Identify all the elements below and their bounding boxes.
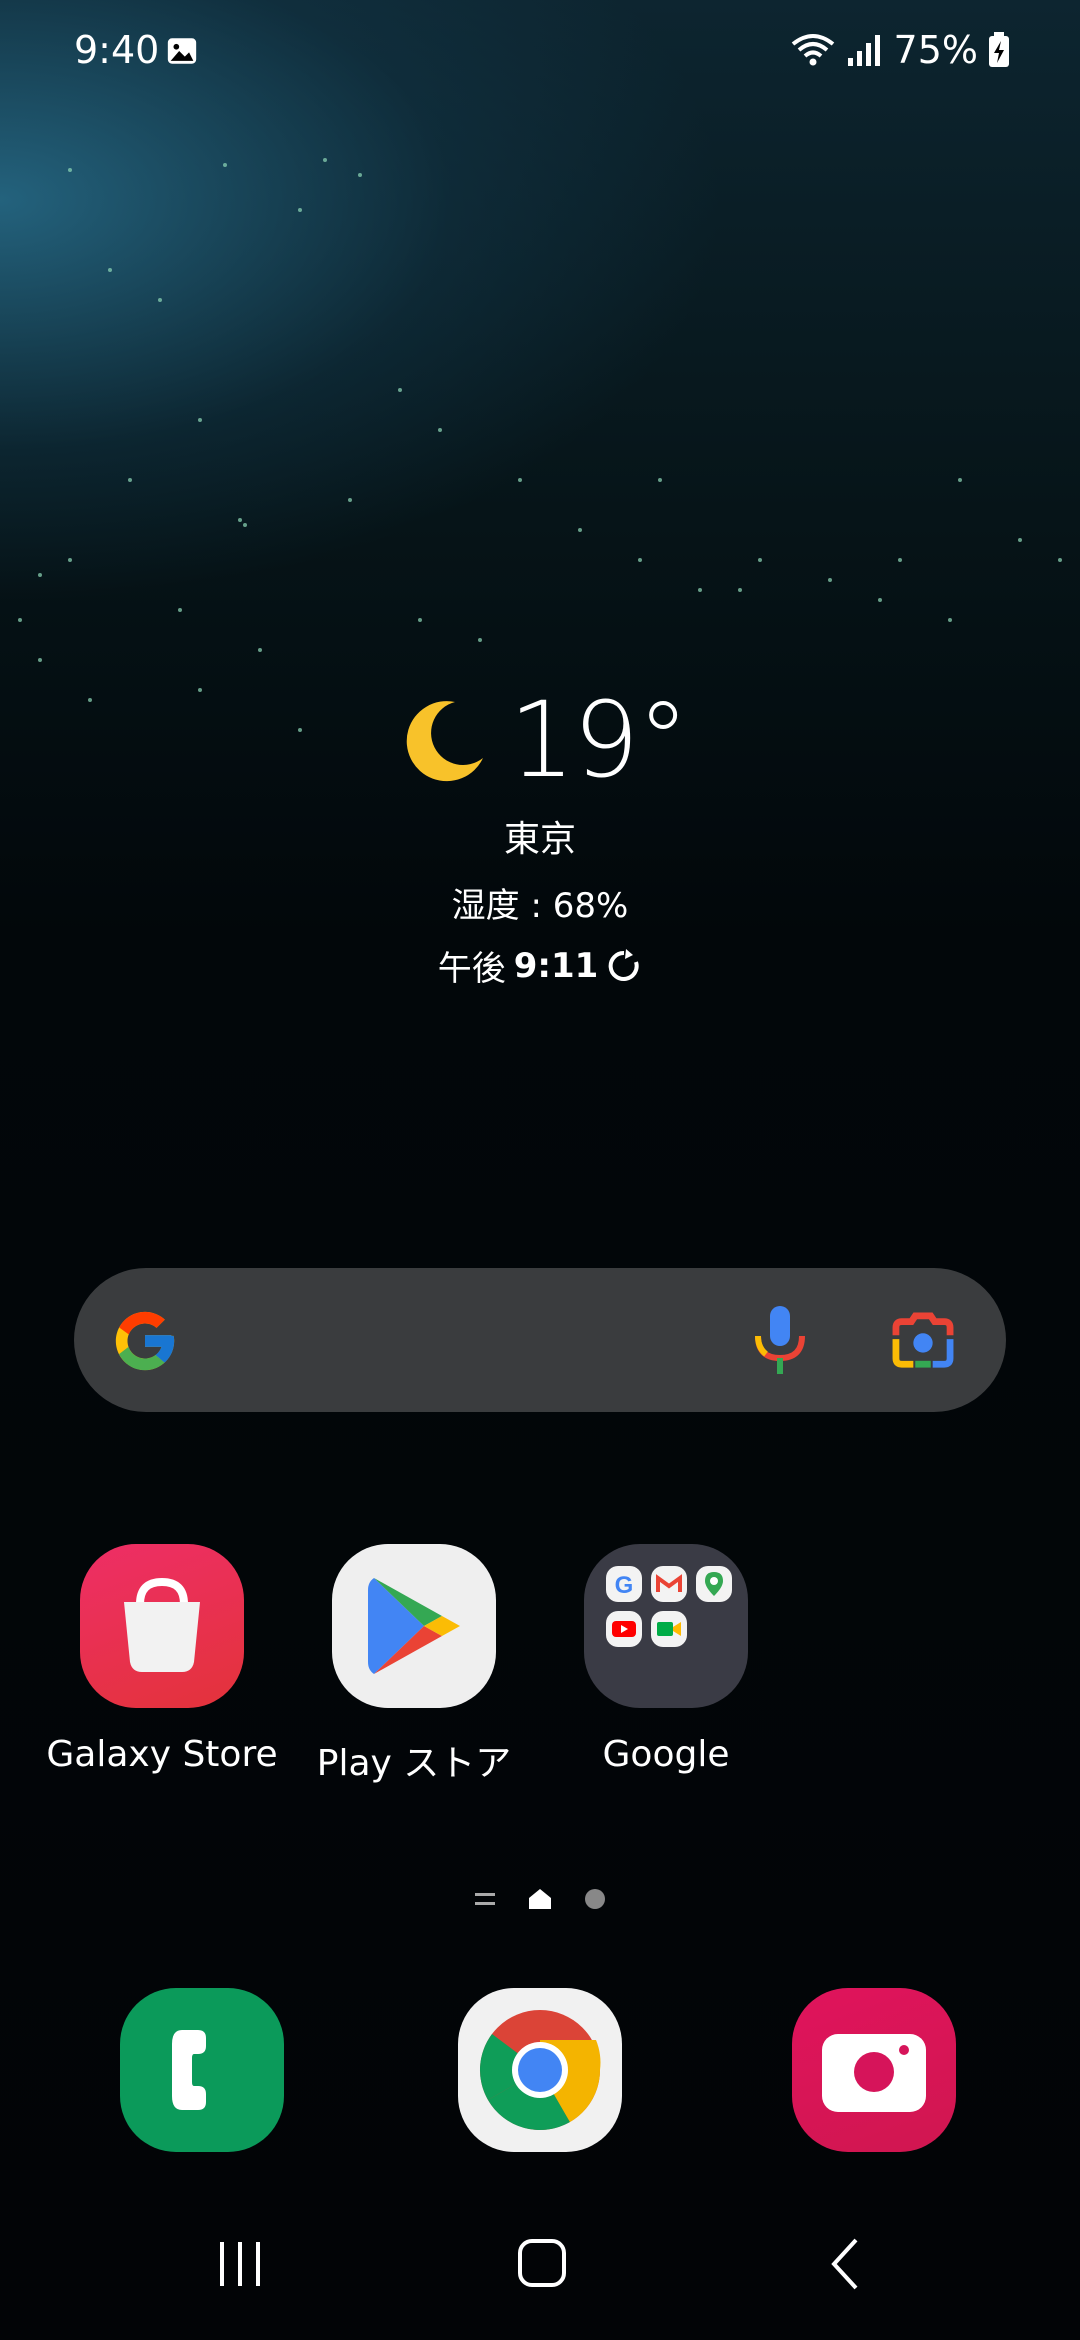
svg-text:G: G (615, 1572, 634, 1599)
wifi-icon (791, 34, 834, 66)
google-lens-icon[interactable] (890, 1312, 956, 1370)
moon-icon (406, 701, 483, 782)
galaxy-store-icon (80, 1544, 244, 1708)
app-label: Google (602, 1734, 730, 1775)
home-page-icon[interactable] (527, 1886, 553, 1912)
google-mini-icon: G (606, 1566, 642, 1602)
phone-icon[interactable] (120, 1988, 284, 2152)
refresh-icon[interactable] (606, 948, 642, 984)
weather-temperature: 19° (508, 679, 689, 801)
google-folder-icon: G (584, 1544, 748, 1708)
recents-button[interactable] (216, 2238, 266, 2290)
home-button[interactable] (516, 2236, 568, 2290)
page-indicator (0, 1886, 1080, 1912)
page-dot-icon[interactable] (583, 1887, 607, 1911)
mic-icon[interactable] (750, 1304, 810, 1376)
updated-time: 9:11 (513, 945, 599, 986)
app-play-store[interactable]: Play ストア (294, 1544, 534, 1786)
meet-mini-icon (651, 1611, 687, 1647)
maps-mini-icon (696, 1566, 732, 1602)
weather-city: 東京 (503, 819, 576, 860)
youtube-mini-icon (606, 1611, 642, 1647)
app-label: Galaxy Store (46, 1734, 278, 1775)
status-bar: 9:40 75% (0, 0, 1080, 100)
status-time: 9:40 (74, 28, 160, 72)
navigation-bar (0, 2230, 1080, 2300)
chrome-icon[interactable] (458, 1988, 622, 2152)
back-button[interactable] (826, 2236, 866, 2292)
app-label: Play ストア (316, 1743, 512, 1784)
app-folder-google[interactable]: G Google (546, 1544, 786, 1775)
gmail-mini-icon (651, 1566, 687, 1602)
signal-icon (847, 35, 880, 66)
weather-widget[interactable]: 19° 東京 湿度 : 68% 午後 9:11 (0, 679, 1080, 990)
battery-charging-icon (989, 32, 1009, 67)
play-store-icon (332, 1544, 496, 1708)
updated-prefix: 午後 (437, 949, 506, 989)
google-search-bar[interactable] (74, 1268, 1006, 1412)
google-g-icon (115, 1311, 175, 1371)
weather-humidity: 湿度 : 68% (451, 886, 629, 926)
app-galaxy-store[interactable]: Galaxy Store (42, 1544, 282, 1775)
menu-page-icon[interactable] (473, 1887, 497, 1911)
camera-icon[interactable] (792, 1988, 956, 2152)
image-icon (167, 38, 197, 64)
battery-percent: 75% (893, 28, 978, 72)
weather-updated-time: 午後 9:11 (0, 941, 1080, 990)
